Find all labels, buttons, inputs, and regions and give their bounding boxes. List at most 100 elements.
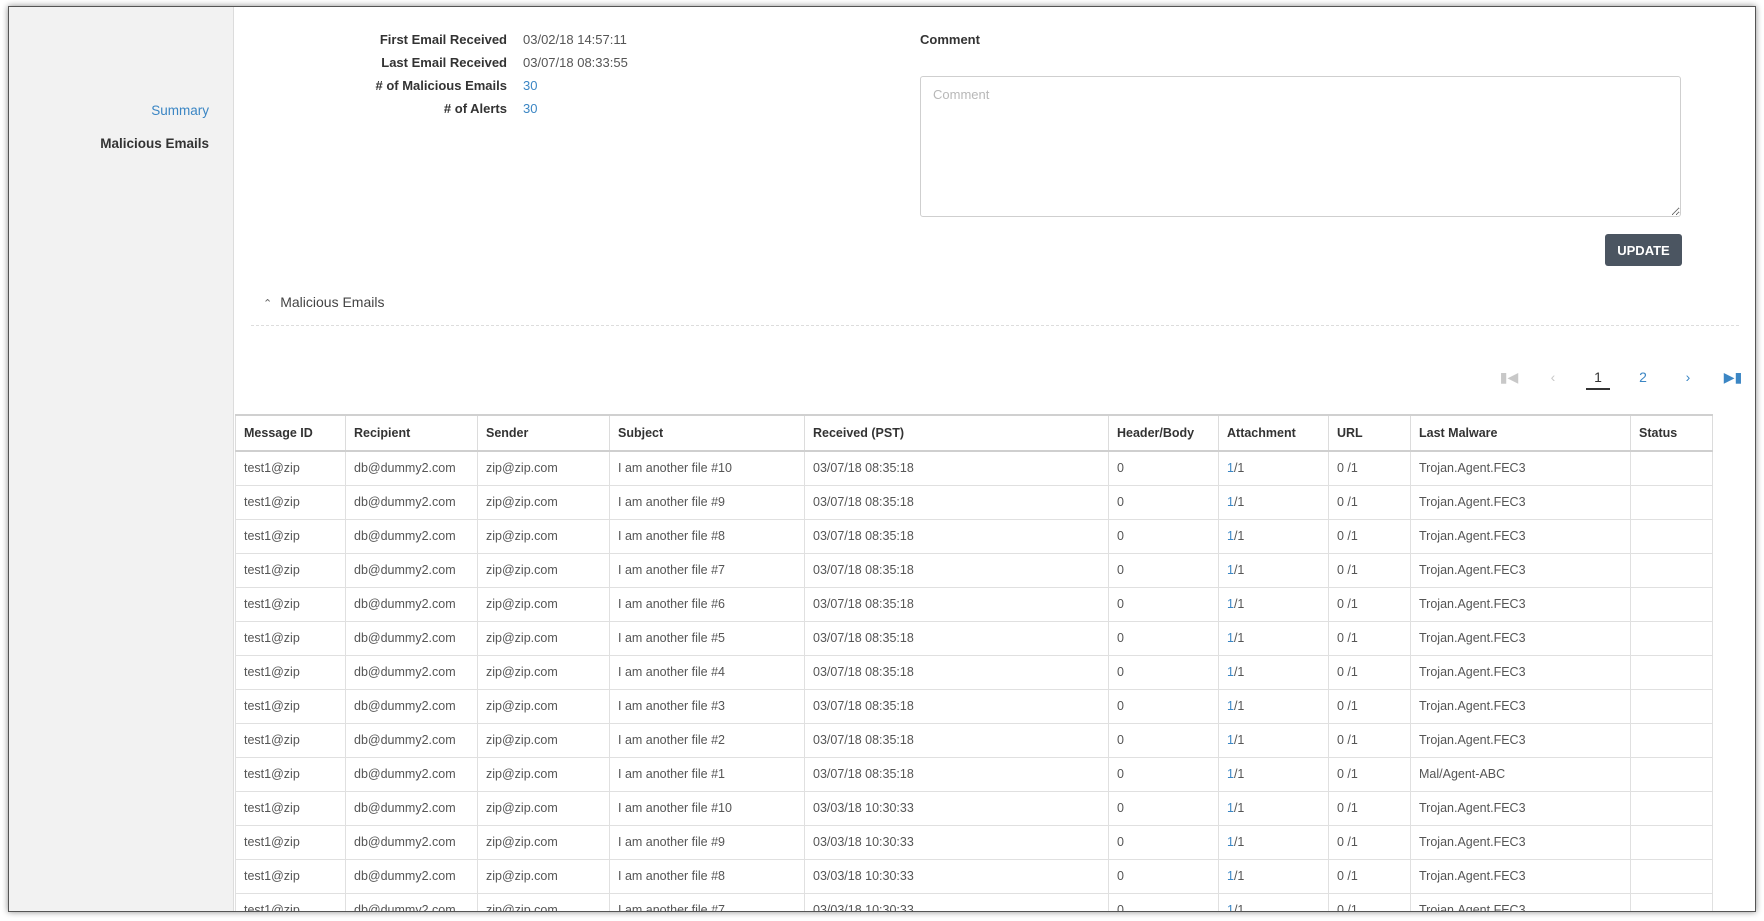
cell-subject: I am another file #8 [609,518,805,554]
cell-sender: zip@zip.com [477,790,610,826]
cell-received: 03/07/18 08:35:18 [804,722,1109,758]
attachment-link[interactable]: 1 [1227,665,1234,679]
cell-last-malware: Trojan.Agent.FEC3 [1410,688,1631,724]
table-row[interactable]: test1@zip db@dummy2.com zip@zip.com I am an… [235,552,1713,588]
col-message-id[interactable]: Message ID [235,414,346,452]
cell-attachment: 1/1 [1218,790,1329,826]
cell-received: 03/03/18 10:30:33 [804,790,1109,826]
cell-status [1630,892,1713,911]
cell-subject: I am another file #4 [609,654,805,690]
attachment-link[interactable]: 1 [1227,767,1234,781]
sidebar-item-malicious-emails[interactable]: Malicious Emails [100,136,209,151]
cell-attachment: 1/1 [1218,484,1329,520]
cell-received: 03/07/18 08:35:18 [804,688,1109,724]
col-attachment[interactable]: Attachment [1218,414,1329,452]
first-page-icon[interactable]: ▮◀ [1497,369,1521,386]
attachment-link[interactable]: 1 [1227,597,1234,611]
cell-received: 03/07/18 08:35:18 [804,518,1109,554]
col-received[interactable]: Received (PST) [804,414,1109,452]
col-sender[interactable]: Sender [477,414,610,452]
table-row[interactable]: test1@zip db@dummy2.com zip@zip.com I am an… [235,892,1713,911]
table-row[interactable]: test1@zip db@dummy2.com zip@zip.com I am an… [235,756,1713,792]
table-row[interactable]: test1@zip db@dummy2.com zip@zip.com I am an… [235,450,1713,486]
table-row[interactable]: test1@zip db@dummy2.com zip@zip.com I am an… [235,654,1713,690]
malicious-emails-table: Message ID Recipient Sender Subject Rece… [235,414,1713,911]
attachment-link[interactable]: 1 [1227,801,1234,815]
cell-recipient: db@dummy2.com [345,586,478,622]
cell-sender: zip@zip.com [477,824,610,860]
table-row[interactable]: test1@zip db@dummy2.com zip@zip.com I am an… [235,790,1713,826]
cell-url: 0 /1 [1328,586,1411,622]
table-row[interactable]: test1@zip db@dummy2.com zip@zip.com I am an… [235,688,1713,724]
page-1-button[interactable]: 1 [1586,369,1610,390]
col-url[interactable]: URL [1328,414,1411,452]
attachment-link[interactable]: 1 [1227,733,1234,747]
cell-header-body: 0 [1108,892,1219,911]
table-row[interactable]: test1@zip db@dummy2.com zip@zip.com I am an… [235,722,1713,758]
cell-last-malware: Trojan.Agent.FEC3 [1410,858,1631,894]
cell-header-body: 0 [1108,518,1219,554]
col-header-body[interactable]: Header/Body [1108,414,1219,452]
attachment-link[interactable]: 1 [1227,461,1234,475]
col-status[interactable]: Status [1630,414,1713,452]
col-last-malware[interactable]: Last Malware [1410,414,1631,452]
cell-recipient: db@dummy2.com [345,518,478,554]
cell-header-body: 0 [1108,586,1219,622]
table-row[interactable]: test1@zip db@dummy2.com zip@zip.com I am an… [235,858,1713,894]
prev-page-icon[interactable]: ‹ [1541,369,1565,385]
attachment-link[interactable]: 1 [1227,835,1234,849]
page-2-button[interactable]: 2 [1631,369,1655,385]
attachment-link[interactable]: 1 [1227,563,1234,577]
cell-status [1630,790,1713,826]
attachment-link[interactable]: 1 [1227,631,1234,645]
cell-sender: zip@zip.com [477,892,610,911]
attachment-link[interactable]: 1 [1227,699,1234,713]
attachment-link[interactable]: 1 [1227,529,1234,543]
attachment-total: /1 [1233,869,1245,883]
table-row[interactable]: test1@zip db@dummy2.com zip@zip.com I am an… [235,586,1713,622]
cell-attachment: 1/1 [1218,722,1329,758]
cell-received: 03/03/18 10:30:33 [804,858,1109,894]
next-page-icon[interactable]: › [1676,369,1700,385]
cell-url: 0 /1 [1328,824,1411,860]
cell-message-id: test1@zip [235,824,346,860]
alerts-count-link[interactable]: 30 [523,101,537,116]
table-row[interactable]: test1@zip db@dummy2.com zip@zip.com I am an… [235,620,1713,656]
attachment-link[interactable]: 1 [1227,903,1234,911]
cell-attachment: 1/1 [1218,620,1329,656]
table-row[interactable]: test1@zip db@dummy2.com zip@zip.com I am an… [235,484,1713,520]
attachment-total: /1 [1233,665,1245,679]
comment-title: Comment [920,32,980,47]
update-button[interactable]: UPDATE [1605,234,1682,266]
attachment-link[interactable]: 1 [1227,869,1234,883]
cell-received: 03/07/18 08:35:18 [804,552,1109,588]
cell-subject: I am another file #9 [609,484,805,520]
cell-recipient: db@dummy2.com [345,654,478,690]
malicious-count-link[interactable]: 30 [523,78,537,93]
cell-header-body: 0 [1108,620,1219,656]
cell-sender: zip@zip.com [477,484,610,520]
malicious-count-label: # of Malicious Emails [375,78,508,93]
cell-received: 03/07/18 08:35:18 [804,450,1109,486]
cell-attachment: 1/1 [1218,858,1329,894]
cell-header-body: 0 [1108,722,1219,758]
cell-header-body: 0 [1108,756,1219,792]
cell-last-malware: Trojan.Agent.FEC3 [1410,518,1631,554]
table-row[interactable]: test1@zip db@dummy2.com zip@zip.com I am an… [235,518,1713,554]
cell-sender: zip@zip.com [477,858,610,894]
col-subject[interactable]: Subject [609,414,805,452]
section-title: Malicious Emails [280,294,385,310]
last-page-icon[interactable]: ▶▮ [1721,369,1745,386]
comment-input[interactable] [920,76,1681,217]
cell-status [1630,450,1713,486]
cell-sender: zip@zip.com [477,518,610,554]
col-recipient[interactable]: Recipient [345,414,478,452]
section-toggle-malicious-emails[interactable]: ⌃ Malicious Emails [263,294,384,310]
table-row[interactable]: test1@zip db@dummy2.com zip@zip.com I am an… [235,824,1713,860]
attachment-link[interactable]: 1 [1227,495,1234,509]
last-email-row: Last Email Received 03/07/18 08:33:55 [235,55,855,75]
sidebar-item-summary[interactable]: Summary [151,103,209,118]
attachment-total: /1 [1233,733,1245,747]
cell-message-id: test1@zip [235,722,346,758]
attachment-total: /1 [1233,563,1245,577]
